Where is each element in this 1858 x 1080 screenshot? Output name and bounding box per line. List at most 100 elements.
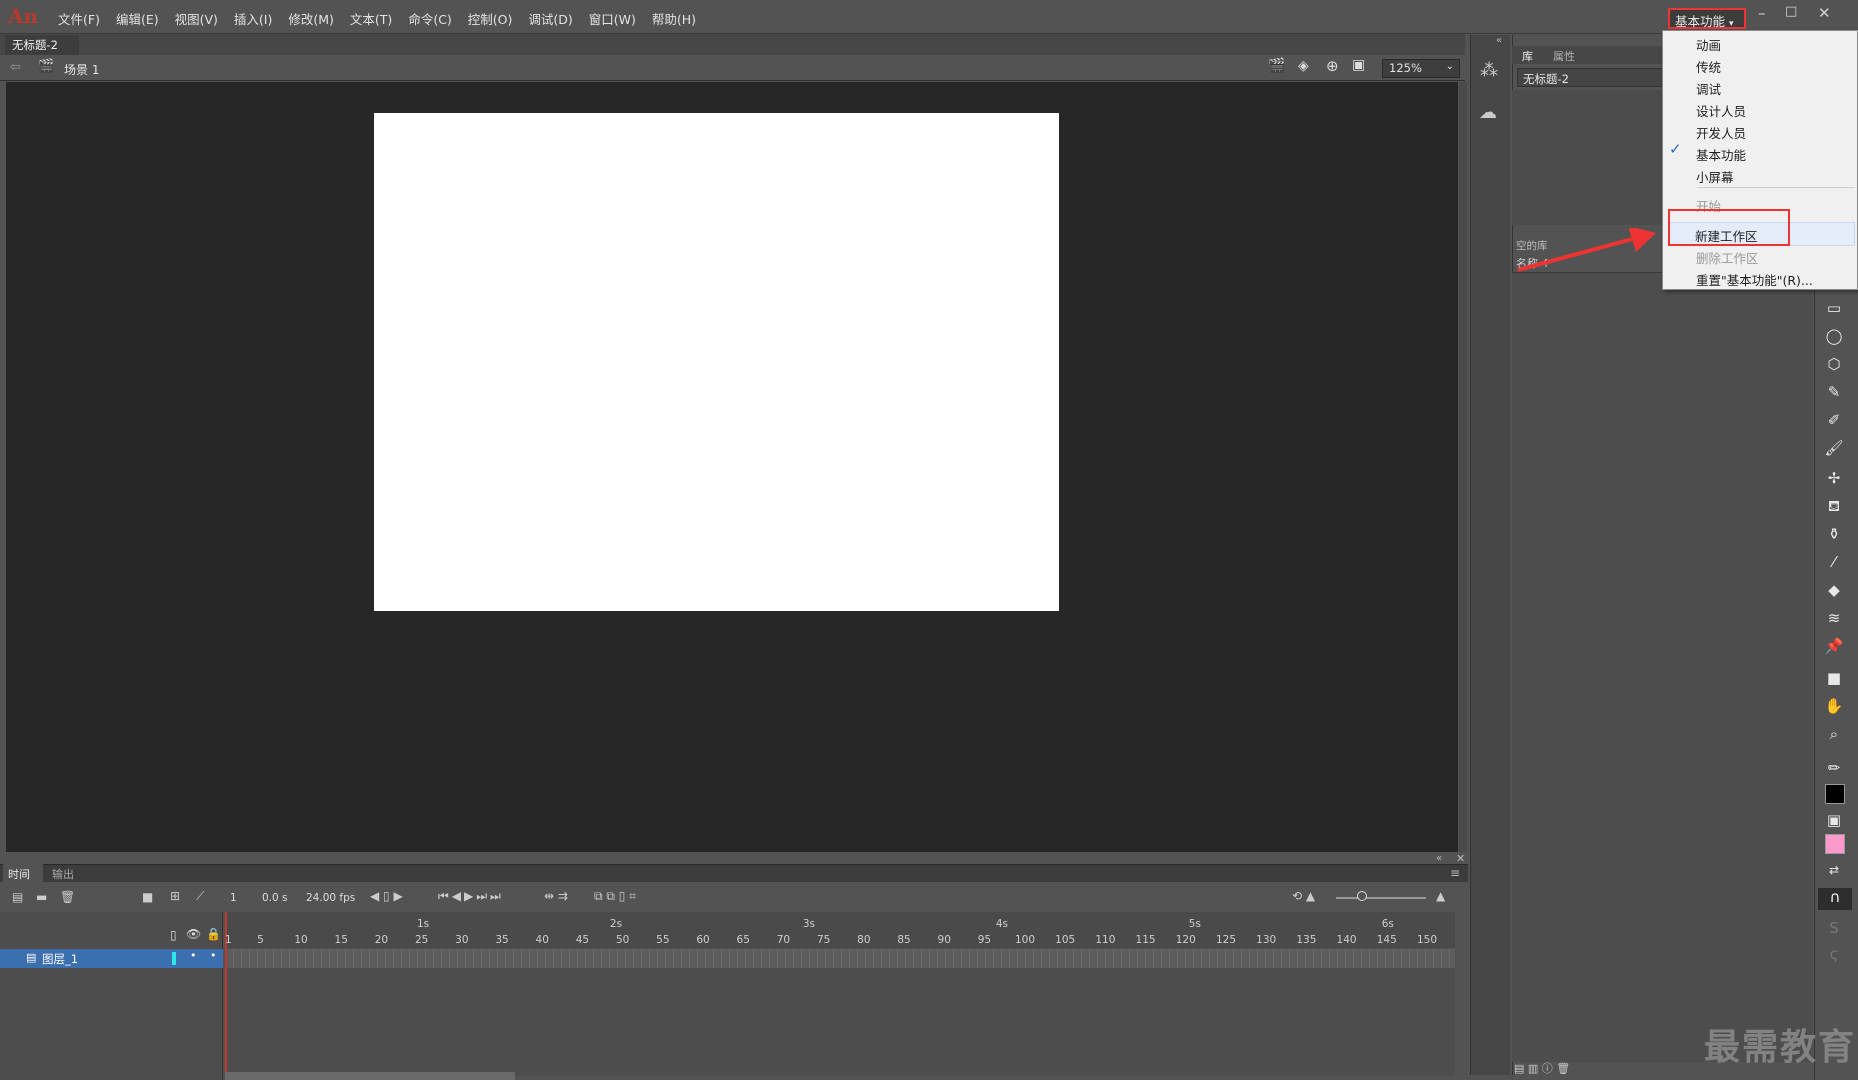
back-arrow-icon[interactable]: ⇦ bbox=[10, 60, 21, 75]
menu-item-0[interactable]: 文件(F) bbox=[50, 9, 108, 28]
menu-item-essentials[interactable]: 基本功能 bbox=[1696, 145, 1746, 164]
zoom-select[interactable]: 125% ⌄ bbox=[1382, 59, 1460, 78]
straighten-icon[interactable]: ς bbox=[1822, 944, 1846, 964]
menu-item-animation[interactable]: 动画 bbox=[1696, 35, 1721, 54]
timeline-scrollbar[interactable] bbox=[225, 1072, 515, 1080]
eye-icon[interactable]: 👁 bbox=[186, 927, 201, 941]
fill-color-swatch[interactable] bbox=[1825, 834, 1845, 854]
document-tab[interactable]: 无标题-2 × bbox=[5, 35, 79, 67]
width-tool-icon[interactable]: ≋ bbox=[1822, 608, 1846, 628]
tab-output[interactable]: 输出 bbox=[52, 866, 74, 882]
pencil-tool-icon[interactable]: ✎ bbox=[1822, 382, 1846, 402]
close-window-button[interactable]: ✕ bbox=[1818, 4, 1831, 22]
new-layer-icon[interactable]: ▤ bbox=[12, 890, 23, 904]
layer-name[interactable]: 图层_1 bbox=[42, 951, 78, 967]
reset-icon[interactable]: ⟲ ▲ bbox=[1292, 889, 1315, 903]
tab-library[interactable]: 库 bbox=[1522, 48, 1533, 64]
timeline-toolbar bbox=[0, 882, 1468, 912]
camera-icon[interactable]: ■ bbox=[142, 890, 153, 904]
menu-item-classic[interactable]: 传统 bbox=[1696, 57, 1721, 76]
layer-visible-dot[interactable]: • bbox=[190, 949, 197, 962]
hand-tool-icon[interactable]: ✋ bbox=[1822, 696, 1846, 716]
camera-tool-icon[interactable]: ■ bbox=[1822, 668, 1846, 688]
onion-skin-icon[interactable]: ⧉ ⧉ ▯ ⌗ bbox=[594, 889, 636, 904]
snap-magnet-icon[interactable]: ∩ bbox=[1818, 888, 1852, 910]
brush-tool-icon[interactable]: ✐ bbox=[1822, 410, 1846, 430]
panel-menu-icon[interactable]: ≡ bbox=[1450, 866, 1460, 880]
slider-handle[interactable] bbox=[1357, 891, 1367, 901]
oval-tool-icon[interactable]: ◯ bbox=[1822, 326, 1846, 346]
timeline-zoom-slider[interactable] bbox=[1336, 897, 1426, 899]
current-frame[interactable]: 1 bbox=[230, 892, 237, 904]
loop-icon[interactable]: ⇹ ⇉ bbox=[544, 889, 568, 903]
fill-icon[interactable]: ▣ bbox=[1822, 810, 1846, 830]
zoom-up-icon[interactable]: ▲ bbox=[1436, 889, 1445, 903]
paint-bucket-tool-icon[interactable]: ⛾ bbox=[1822, 496, 1846, 516]
edit-symbol-icon[interactable]: ◈ bbox=[1298, 58, 1309, 74]
frame-tick-label: 65 bbox=[736, 934, 750, 946]
menu-item-reset-workspace[interactable]: 重置"基本功能"(R)... bbox=[1696, 270, 1813, 289]
delete-layer-icon[interactable]: 🗑 bbox=[60, 890, 75, 904]
center-stage-icon[interactable]: ⊕ bbox=[1326, 57, 1339, 75]
zoom-tool-icon[interactable]: ⌕ bbox=[1822, 724, 1846, 744]
collapse-icon[interactable]: « bbox=[1436, 853, 1442, 864]
rectangle-tool-icon[interactable]: ▭ bbox=[1822, 298, 1846, 318]
menu-item-9[interactable]: 窗口(W) bbox=[581, 9, 644, 28]
frame-tick-label: 145 bbox=[1376, 934, 1397, 946]
frame-rate[interactable]: 24.00 fps bbox=[306, 892, 355, 904]
menu-item-10[interactable]: 帮助(H) bbox=[644, 9, 704, 28]
eyedropper-tool-icon[interactable]: ⁄ bbox=[1822, 552, 1846, 572]
eraser-tool-icon[interactable]: ◆ bbox=[1822, 580, 1846, 600]
ink-bottle-tool-icon[interactable]: ⚱ bbox=[1822, 524, 1846, 544]
clapper-icon: 🎬 bbox=[38, 59, 55, 74]
lock-icon[interactable]: 🔒 bbox=[206, 927, 221, 941]
menu-item-debug[interactable]: 调试 bbox=[1696, 79, 1721, 98]
playback-controls[interactable]: ◀ ▯ ▶ bbox=[370, 889, 403, 903]
menu-item-1[interactable]: 编辑(E) bbox=[108, 9, 167, 28]
polystar-tool-icon[interactable]: ⬡ bbox=[1822, 354, 1846, 374]
smooth-icon[interactable]: S bbox=[1822, 918, 1846, 938]
menu-item-4[interactable]: 修改(M) bbox=[280, 9, 342, 28]
menu-item-8[interactable]: 调试(D) bbox=[520, 9, 580, 28]
bone-tool-icon[interactable]: ✢ bbox=[1822, 468, 1846, 488]
graph-icon[interactable]: ⟋ bbox=[196, 889, 204, 904]
layer-icon: ▤ bbox=[26, 951, 37, 964]
menu-item-2[interactable]: 视图(V) bbox=[167, 9, 226, 28]
frame-tick-label: 115 bbox=[1135, 934, 1156, 946]
workspace-switcher[interactable]: 基本功能 ▾ bbox=[1668, 8, 1746, 29]
cc-libraries-icon[interactable]: ☁ bbox=[1479, 102, 1497, 123]
menu-item-developer[interactable]: 开发人员 bbox=[1696, 123, 1746, 142]
motion-presets-icon[interactable]: ⁂ bbox=[1480, 60, 1498, 81]
transport-controls[interactable]: ⏮◀︎▶⏭⏭ bbox=[438, 889, 504, 904]
tab-properties[interactable]: 属性 bbox=[1553, 48, 1575, 64]
pin-tool-icon[interactable]: 📌 bbox=[1822, 636, 1846, 656]
outline-icon[interactable]: ▯ bbox=[170, 928, 177, 942]
stage-canvas[interactable] bbox=[374, 113, 1059, 611]
clip-content-icon[interactable]: ▣ bbox=[1352, 57, 1365, 73]
menu-item-designer[interactable]: 设计人员 bbox=[1696, 101, 1746, 120]
swap-colors-icon[interactable]: ⇄ bbox=[1822, 860, 1846, 880]
frame-tick-label: 110 bbox=[1095, 934, 1116, 946]
edit-scene-icon[interactable]: 🎬 bbox=[1268, 58, 1285, 74]
collapse-icon[interactable]: « bbox=[1496, 35, 1502, 46]
menu-item-7[interactable]: 控制(O) bbox=[460, 9, 521, 28]
layer-parenting-icon[interactable]: ⊞ bbox=[170, 889, 180, 903]
menu-item-small-screen[interactable]: 小屏幕 bbox=[1696, 167, 1734, 186]
menu-item-6[interactable]: 命令(C) bbox=[400, 9, 459, 28]
elapsed-time[interactable]: 0.0 s bbox=[262, 892, 288, 904]
frame-row[interactable] bbox=[225, 949, 1455, 968]
stroke-color-icon[interactable]: ✏ bbox=[1822, 758, 1846, 778]
layer-lock-dot[interactable]: • bbox=[210, 949, 217, 962]
paint-brush-tool-icon[interactable]: 🖌 bbox=[1822, 438, 1846, 458]
menu-item-5[interactable]: 文本(T) bbox=[342, 9, 400, 28]
timeline-body bbox=[225, 968, 1455, 1076]
menu-item-3[interactable]: 插入(I) bbox=[226, 9, 280, 28]
close-icon[interactable]: ✕ bbox=[1456, 852, 1465, 865]
vertical-scrollbar[interactable] bbox=[1459, 82, 1467, 852]
minimize-button[interactable]: – bbox=[1758, 4, 1766, 22]
new-symbol-icon[interactable]: ▤ ▥ ⓘ 🗑 bbox=[1514, 1060, 1570, 1076]
tab-timeline[interactable]: 时间轴 bbox=[3, 864, 43, 897]
maximize-button[interactable]: □ bbox=[1785, 4, 1797, 19]
stroke-color-swatch[interactable] bbox=[1825, 784, 1845, 804]
new-folder-icon[interactable]: ▬ bbox=[36, 890, 47, 904]
